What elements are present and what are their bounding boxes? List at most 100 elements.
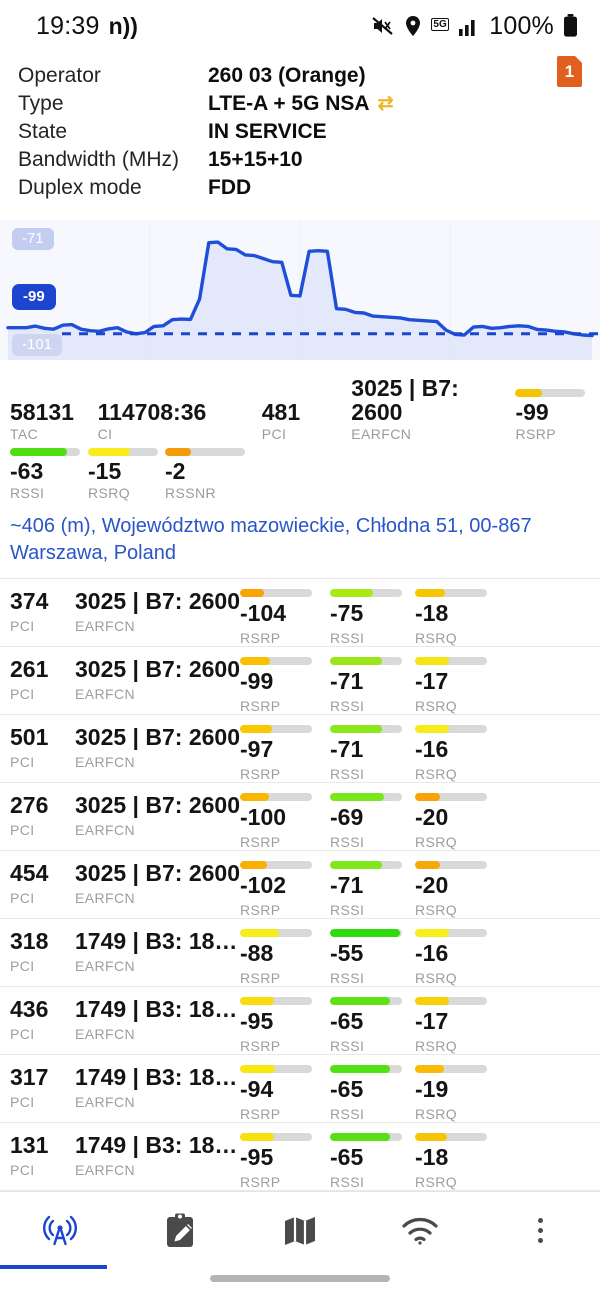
nav-item-cell-tower[interactable]	[0, 1192, 120, 1269]
location-address-link[interactable]: ~406 (m), Województwo mazowieckie, Chłod…	[0, 503, 600, 578]
cell-caption: RSSI	[330, 901, 365, 918]
nav-item-overflow[interactable]	[480, 1192, 600, 1269]
metric-bar	[165, 448, 245, 457]
neighbor-earfcn: 1749 | B3: 18… EARFCN	[75, 1132, 240, 1178]
neighbor-rsrq: -17 RSRQ	[415, 997, 505, 1054]
neighbor-pci: 501 PCI	[0, 724, 75, 770]
cell-value: -20	[415, 804, 449, 830]
metric-earfcn: 3025 | B7: 2600 EARFCN	[351, 370, 515, 442]
metric-value: 481	[261, 398, 301, 425]
metric-ci: 114708:36 CI	[98, 370, 262, 442]
cell-bar	[330, 861, 402, 869]
neighbor-row[interactable]: 131 PCI 1749 | B3: 18… EARFCN -95 RSRP -…	[0, 1123, 600, 1191]
gesture-home-bar[interactable]	[210, 1275, 390, 1282]
cell-bar	[330, 997, 402, 1005]
cell-value: 3025 | B7: 2600	[75, 724, 240, 750]
cell-value: 1749 | B3: 18…	[75, 1132, 238, 1158]
neighbor-rsrp: -99 RSRP	[240, 657, 330, 714]
chart-max-label: -71	[12, 227, 54, 250]
cell-caption: RSRQ	[415, 1105, 458, 1122]
neighbor-row[interactable]: 276 PCI 3025 | B7: 2600 EARFCN -100 RSRP…	[0, 783, 600, 851]
neighbor-pci: 261 PCI	[0, 656, 75, 702]
app-screen: 19:39 n)) 5G 100% 1 Operator 260 03 (Ora…	[0, 0, 600, 1301]
metric-rsrq: -15 RSRQ	[88, 442, 165, 501]
cell-value: -71	[330, 736, 364, 762]
metric-value: -15	[88, 458, 122, 485]
neighbor-rsrq: -19 RSRQ	[415, 1065, 505, 1122]
cell-bar	[330, 929, 402, 937]
cell-caption: RSRP	[240, 765, 281, 782]
sim-slot-badge[interactable]: 1	[557, 56, 582, 87]
cell-caption: RSSI	[330, 1173, 365, 1190]
neighbor-rsrq: -20 RSRQ	[415, 793, 505, 850]
neighbor-row[interactable]: 318 PCI 1749 | B3: 18… EARFCN -88 RSRP -…	[0, 919, 600, 987]
neighbor-pci: 374 PCI	[0, 588, 75, 634]
metric-caption: RSRQ	[88, 485, 131, 502]
info-row-state: State IN SERVICE	[18, 120, 600, 148]
info-value: 15+15+10	[208, 147, 303, 171]
cell-caption: RSRQ	[415, 629, 458, 646]
cell-caption: EARFCN	[75, 1025, 135, 1042]
cell-value: -102	[240, 872, 287, 898]
metric-value: 58131	[10, 398, 74, 425]
info-value: LTE-A + 5G NSA ⇄	[208, 91, 394, 115]
neighbor-rssi: -65 RSSI	[330, 997, 415, 1054]
cell-value: -16	[415, 736, 449, 762]
cell-caption: PCI	[10, 889, 35, 906]
swap-icon: ⇄	[377, 93, 394, 115]
neighbor-row[interactable]: 317 PCI 1749 | B3: 18… EARFCN -94 RSRP -…	[0, 1055, 600, 1123]
cell-bar	[330, 1133, 402, 1141]
nav-item-wifi[interactable]	[360, 1192, 480, 1269]
neighbor-row[interactable]: 501 PCI 3025 | B7: 2600 EARFCN -97 RSRP …	[0, 715, 600, 783]
neighbor-earfcn: 1749 | B3: 18… EARFCN	[75, 1064, 240, 1110]
signal-history-chart[interactable]: -71 -99 -101	[0, 219, 600, 360]
cell-bar	[415, 657, 487, 665]
cell-value: -104	[240, 600, 287, 626]
notification-glyph: n))	[108, 12, 138, 39]
cell-caption: RSRP	[240, 1173, 281, 1190]
neighbor-row[interactable]: 374 PCI 3025 | B7: 2600 EARFCN -104 RSRP…	[0, 579, 600, 647]
nav-item-map[interactable]	[240, 1192, 360, 1269]
cell-value: 131	[10, 1132, 49, 1158]
mute-icon	[371, 15, 395, 37]
neighbor-rsrq: -18 RSRQ	[415, 589, 505, 646]
cell-bar	[415, 861, 487, 869]
nav-item-notes[interactable]	[120, 1192, 240, 1269]
neighbor-earfcn: 1749 | B3: 18… EARFCN	[75, 928, 240, 974]
neighbor-row[interactable]: 454 PCI 3025 | B7: 2600 EARFCN -102 RSRP…	[0, 851, 600, 919]
cell-caption: RSSI	[330, 697, 365, 714]
neighbor-row[interactable]: 436 PCI 1749 | B3: 18… EARFCN -95 RSRP -…	[0, 987, 600, 1055]
neighbor-pci: 454 PCI	[0, 860, 75, 906]
cell-caption: RSRQ	[415, 901, 458, 918]
cell-value: -18	[415, 1144, 449, 1170]
cell-tower-icon	[40, 1211, 80, 1251]
neighbor-rsrp: -104 RSRP	[240, 589, 330, 646]
metric-bar	[88, 448, 158, 457]
cell-bar	[240, 997, 312, 1005]
battery-icon	[563, 14, 578, 38]
neighbor-row[interactable]: 261 PCI 3025 | B7: 2600 EARFCN -99 RSRP …	[0, 647, 600, 715]
neighbor-rsrq: -16 RSRQ	[415, 725, 505, 782]
cell-value: -17	[415, 668, 449, 694]
cell-value: 1749 | B3: 18…	[75, 928, 238, 954]
neighbor-rssi: -75 RSSI	[330, 589, 415, 646]
info-row-type: Type LTE-A + 5G NSA ⇄	[18, 92, 600, 120]
cell-caption: RSRP	[240, 901, 281, 918]
metric-caption: RSRP	[515, 426, 556, 443]
metric-value: 114708:36	[97, 398, 207, 425]
cell-value: 3025 | B7: 2600	[75, 792, 240, 818]
cell-value: 436	[10, 996, 49, 1022]
cell-value: 454	[10, 860, 49, 886]
neighbor-earfcn: 3025 | B7: 2600 EARFCN	[75, 588, 240, 634]
cell-value: 261	[10, 656, 49, 682]
cell-value: -71	[330, 872, 364, 898]
cell-value: -88	[240, 940, 274, 966]
cell-bar	[415, 997, 487, 1005]
bottom-navigation-bar	[0, 1191, 600, 1269]
info-value: 260 03 (Orange)	[208, 63, 366, 87]
cell-caption: PCI	[10, 617, 35, 634]
cell-value: -16	[415, 940, 449, 966]
chart-canvas	[0, 219, 600, 360]
cell-value: -20	[415, 872, 449, 898]
metric-value: -2	[165, 458, 186, 485]
